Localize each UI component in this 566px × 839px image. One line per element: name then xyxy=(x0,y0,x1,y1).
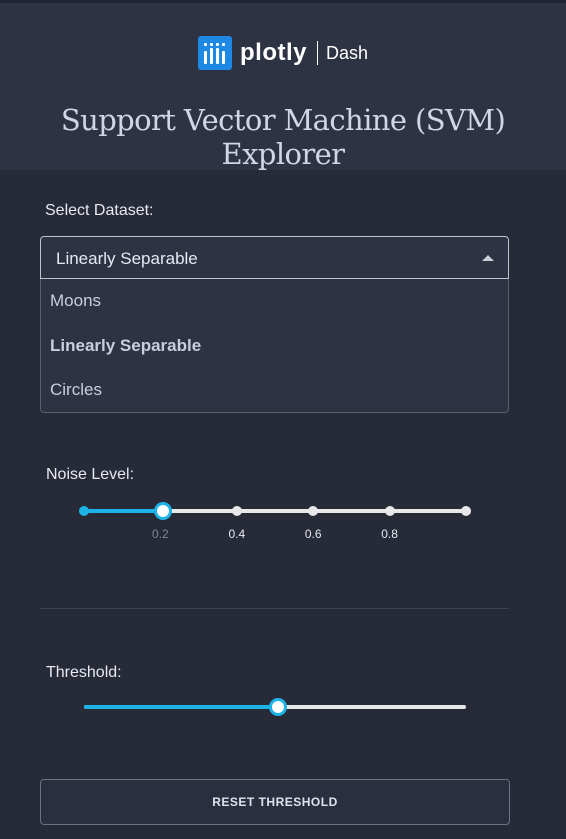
brand[interactable]: plotly Dash xyxy=(0,35,566,71)
threshold-slider-handle[interactable] xyxy=(269,698,287,716)
dataset-option-linearly-separable[interactable]: Linearly Separable xyxy=(50,336,201,356)
app-header: plotly Dash Support Vector Machine (SVM)… xyxy=(0,0,566,171)
dataset-option-moons[interactable]: Moons xyxy=(50,291,101,311)
brand-name: plotly xyxy=(239,39,307,66)
noise-level-label: Noise Level: xyxy=(46,466,135,483)
threshold-slider-fill xyxy=(84,705,275,709)
reset-threshold-button[interactable]: RESET THRESHOLD xyxy=(40,779,510,825)
brand-sub: Dash xyxy=(325,42,369,63)
noise-slider-fill xyxy=(84,509,161,513)
noise-slider-mark: 0.6 xyxy=(304,527,322,541)
noise-slider-dot[interactable] xyxy=(79,506,89,516)
noise-slider-dot[interactable] xyxy=(384,506,395,516)
caret-up-icon[interactable] xyxy=(482,255,494,261)
dataset-dropdown[interactable]: Linearly Separable xyxy=(40,236,509,279)
page-title: Support Vector Machine (SVM) Explorer xyxy=(60,103,506,171)
section-divider xyxy=(40,608,509,609)
dataset-option-circles[interactable]: Circles xyxy=(50,380,102,400)
noise-slider-dot[interactable] xyxy=(231,506,242,516)
plotly-logo-icon xyxy=(197,36,232,70)
brand-separator xyxy=(316,41,318,65)
noise-slider-mark: 0.2 xyxy=(152,527,169,541)
dataset-selected-value: Linearly Separable xyxy=(56,249,198,268)
noise-slider-handle[interactable] xyxy=(154,502,173,520)
dataset-label: Select Dataset: xyxy=(45,202,154,219)
noise-slider-mark: 0.4 xyxy=(228,527,246,541)
dataset-menu: Moons Linearly Separable Circles xyxy=(40,279,509,413)
noise-slider-dot[interactable] xyxy=(308,506,319,516)
noise-level-slider[interactable]: 0.2 0.4 0.6 0.8 xyxy=(79,501,471,541)
noise-slider-dot[interactable] xyxy=(461,506,471,516)
threshold-slider[interactable] xyxy=(84,697,466,717)
noise-slider-mark: 0.8 xyxy=(381,527,398,541)
threshold-label: Threshold: xyxy=(46,664,122,681)
